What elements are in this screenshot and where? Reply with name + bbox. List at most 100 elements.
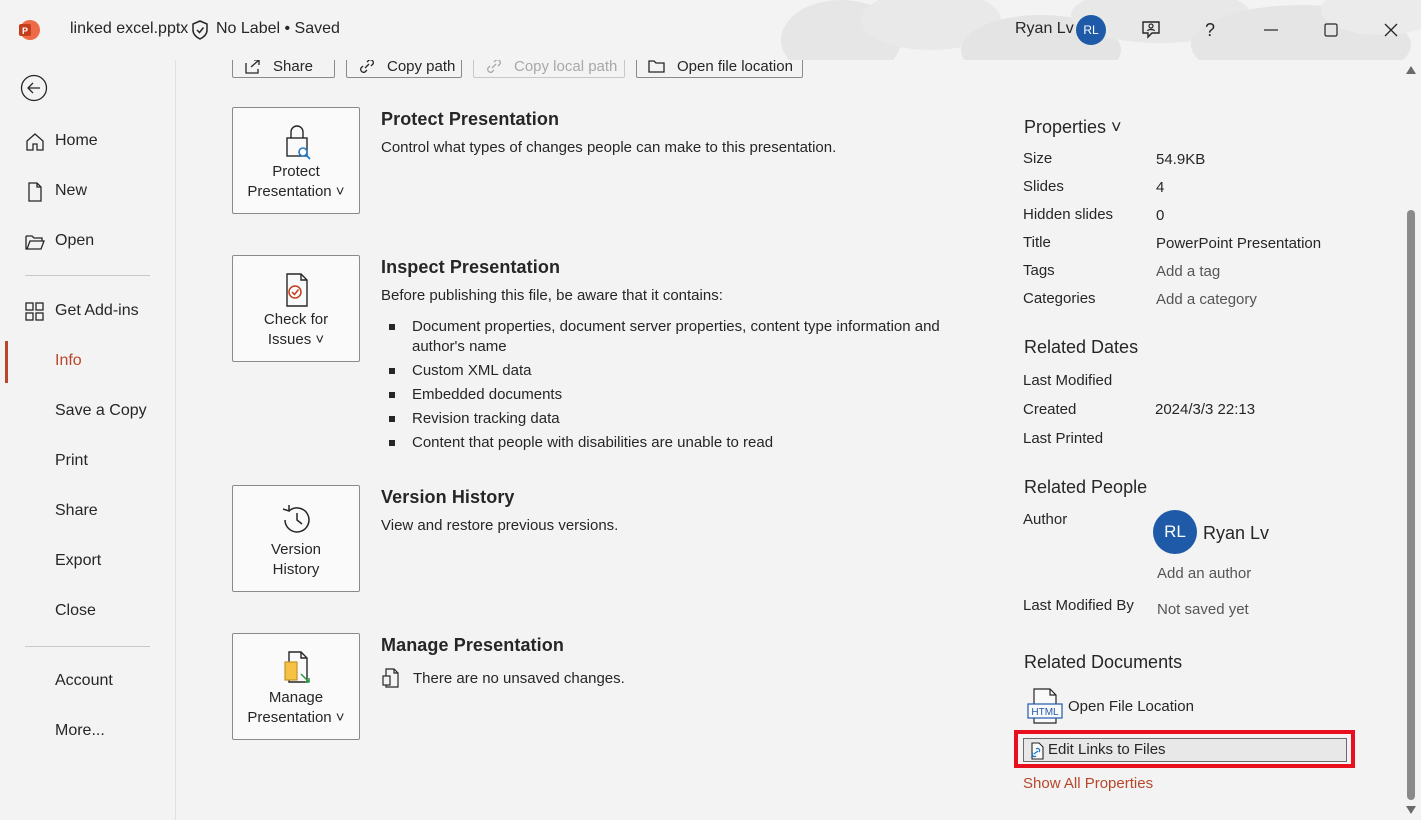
open-file-location-link[interactable]: Open File Location xyxy=(1068,698,1194,715)
user-avatar[interactable]: RL xyxy=(1076,15,1106,45)
version-line1: Version xyxy=(270,541,322,558)
nav-more-label: More... xyxy=(55,722,105,739)
nav-close[interactable]: Close xyxy=(0,591,174,631)
protect-section-title: Protect Presentation xyxy=(381,109,559,130)
edit-links-to-files-button[interactable]: Edit Links to Files xyxy=(1023,738,1347,762)
protect-button-line1: Protect xyxy=(272,163,320,180)
link-icon xyxy=(360,60,374,73)
scroll-down-arrow-icon[interactable] xyxy=(1406,806,1416,814)
nav-account[interactable]: Account xyxy=(0,661,174,701)
list-item: Embedded documents xyxy=(381,385,941,405)
close-window-icon[interactable] xyxy=(1379,18,1403,42)
last-modified-label: Last Modified xyxy=(1023,372,1113,389)
author-avatar[interactable]: RL xyxy=(1153,510,1197,554)
nav-divider xyxy=(25,646,150,647)
prop-title-value[interactable]: PowerPoint Presentation xyxy=(1156,235,1321,252)
prop-size-value: 54.9KB xyxy=(1156,151,1206,168)
edit-links-label: Edit Links to Files xyxy=(1048,741,1166,758)
nav-share[interactable]: Share xyxy=(0,491,174,531)
inspect-bullet-list: Document properties, document server pro… xyxy=(381,317,941,457)
back-arrow-icon[interactable] xyxy=(20,74,48,102)
prop-categories-value[interactable]: Add a category xyxy=(1156,291,1257,308)
check-issues-line1: Check for xyxy=(263,311,329,328)
created-value: 2024/3/3 22:13 xyxy=(1155,401,1256,418)
author-name[interactable]: Ryan Lv xyxy=(1203,523,1269,544)
protect-presentation-button[interactable]: Protect Presentation ˅ xyxy=(232,107,360,214)
copy-local-path-button[interactable]: Copy local path xyxy=(473,60,625,78)
protect-button-line2: Presentation ˅ xyxy=(247,183,345,200)
manage-presentation-button[interactable]: Manage Presentation ˅ xyxy=(232,633,360,740)
nav-more[interactable]: More... xyxy=(0,711,174,751)
version-history-button[interactable]: Version History xyxy=(232,485,360,592)
sensitivity-label-icon[interactable] xyxy=(190,19,210,41)
inspect-section-desc: Before publishing this file, be aware th… xyxy=(381,287,723,304)
list-item: Revision tracking data xyxy=(381,409,941,429)
nav-save-a-copy[interactable]: Save a Copy xyxy=(0,391,174,431)
prop-tags-value[interactable]: Add a tag xyxy=(1156,263,1220,280)
check-issues-button-label: Check for Issues ˅ xyxy=(233,310,359,350)
open-file-location-button[interactable]: Open file location xyxy=(636,60,803,78)
related-dates-header: Related Dates xyxy=(1024,337,1139,357)
link-icon xyxy=(487,60,501,73)
home-icon xyxy=(26,133,44,151)
nav-get-add-ins[interactable]: Get Add-ins xyxy=(0,291,174,331)
protect-title-text: Protect Presentation xyxy=(381,109,560,129)
copy-local-path-button-label: Copy local path xyxy=(514,60,618,75)
open-file-location-button-label: Open file location xyxy=(677,60,793,75)
maximize-icon[interactable] xyxy=(1319,18,1343,42)
help-icon[interactable]: ? xyxy=(1198,18,1222,42)
add-author-link[interactable]: Add an author xyxy=(1157,565,1251,582)
manage-title-text: Manage Presentation xyxy=(381,635,564,655)
linked-file-icon xyxy=(1031,742,1044,760)
nav-get-add-ins-label: Get Add-ins xyxy=(55,302,139,319)
inspect-section-title: Inspect Presentation xyxy=(381,257,560,278)
version-section-desc: View and restore previous versions. xyxy=(381,517,619,534)
nav-home-label: Home xyxy=(55,132,98,149)
created-label: Created xyxy=(1023,401,1077,418)
manage-section-desc: There are no unsaved changes. xyxy=(413,670,625,687)
document-status-icon xyxy=(382,668,399,688)
document-filename: linked excel.pptx xyxy=(70,20,189,37)
share-icon xyxy=(245,60,260,74)
nav-info-label: Info xyxy=(55,352,82,369)
svg-text:P: P xyxy=(22,26,28,36)
list-item: Custom XML data xyxy=(381,361,941,381)
nav-close-label: Close xyxy=(55,602,96,619)
coauthoring-icon[interactable] xyxy=(1139,18,1163,42)
new-document-icon xyxy=(28,182,42,202)
nav-open-label: Open xyxy=(55,232,95,249)
nav-print[interactable]: Print xyxy=(0,441,174,481)
nav-new[interactable]: New xyxy=(0,171,174,211)
nav-open[interactable]: Open xyxy=(0,221,174,261)
manage-button-label: Manage Presentation ˅ xyxy=(233,688,359,728)
svg-text:HTML: HTML xyxy=(1031,707,1059,718)
manage-section-title: Manage Presentation xyxy=(381,635,564,656)
show-all-properties-link[interactable]: Show All Properties xyxy=(1023,775,1153,792)
check-for-issues-button[interactable]: Check for Issues ˅ xyxy=(232,255,360,362)
protect-section-desc: Control what types of changes people can… xyxy=(381,139,837,156)
nav-export[interactable]: Export xyxy=(0,541,174,581)
vertical-scrollbar[interactable] xyxy=(1401,60,1421,820)
nav-print-label: Print xyxy=(55,452,88,469)
svg-text:?: ? xyxy=(1205,20,1215,40)
protect-button-label: Protect Presentation ˅ xyxy=(233,162,359,202)
scrollbar-thumb[interactable] xyxy=(1407,210,1415,800)
prop-hidden-slides-label: Hidden slides xyxy=(1023,206,1114,223)
nav-info[interactable]: Info xyxy=(0,341,174,383)
version-section-title: Version History xyxy=(381,487,515,508)
nav-home[interactable]: Home xyxy=(0,121,174,161)
user-name[interactable]: Ryan Lv xyxy=(1015,20,1074,38)
prop-slides-value: 4 xyxy=(1156,179,1165,196)
related-documents-header: Related Documents xyxy=(1024,652,1183,672)
scroll-up-arrow-icon[interactable] xyxy=(1406,66,1416,74)
list-item: Content that people with disabilities ar… xyxy=(381,433,941,453)
manage-document-icon xyxy=(284,651,310,683)
nav-save-a-copy-label: Save a Copy xyxy=(55,402,147,419)
share-button[interactable]: Share xyxy=(232,60,335,78)
nav-share-label: Share xyxy=(55,502,98,519)
last-modified-by-label: Last Modified By xyxy=(1023,597,1134,614)
title-bar: P linked excel.pptx No Label • Saved Rya… xyxy=(0,0,1421,60)
properties-header[interactable]: Properties ˅ xyxy=(1024,117,1122,138)
copy-path-button[interactable]: Copy path xyxy=(346,60,462,78)
minimize-icon[interactable] xyxy=(1259,18,1283,42)
